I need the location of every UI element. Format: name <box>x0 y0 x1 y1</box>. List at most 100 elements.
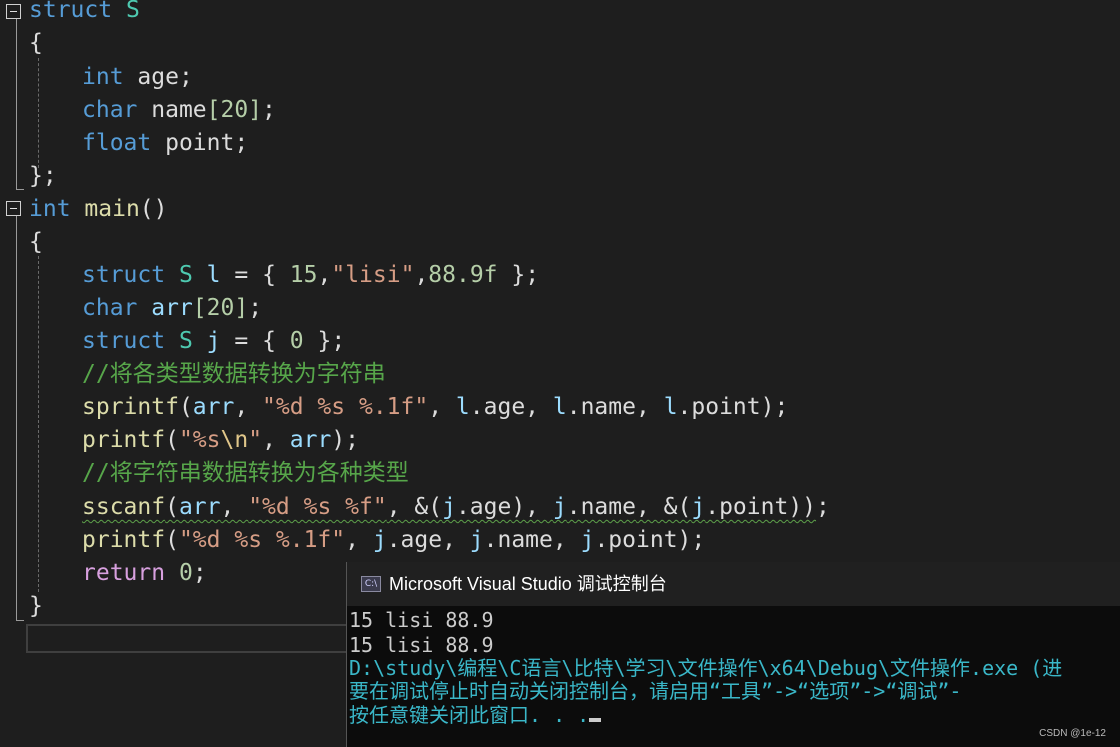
keyword: struct <box>29 0 113 23</box>
code-line[interactable]: char arr[20]; <box>82 292 262 325</box>
comment[interactable]: //将各类型数据转换为字符串 <box>82 358 386 391</box>
code-line[interactable]: struct S j = { 0 }; <box>82 325 345 358</box>
number: 15 <box>289 262 318 288</box>
function-name: sprintf <box>82 394 179 420</box>
keyword: int <box>82 64 124 90</box>
variable: arr <box>178 494 221 520</box>
variable: l <box>206 262 221 288</box>
console-titlebar[interactable]: C:\ Microsoft Visual Studio 调试控制台 <box>347 562 1120 606</box>
brace: }; <box>29 163 57 189</box>
function-name: main <box>84 196 140 222</box>
punct: ); <box>760 394 789 420</box>
brace: } <box>29 593 43 619</box>
punct: , <box>442 527 470 553</box>
variable: l <box>455 394 470 420</box>
code-line[interactable]: sscanf(arr, "%d %s %f", &(j.age), j.name… <box>82 491 830 524</box>
variable: arr <box>192 394 235 420</box>
warning-squiggle[interactable]: sscanf(arr, "%d %s %f", &(j.age), j.name… <box>82 494 816 520</box>
variable: j <box>691 494 706 520</box>
string: " <box>248 427 263 453</box>
variable: j <box>206 328 221 354</box>
variable: l <box>552 394 567 420</box>
punct: ; <box>262 97 276 123</box>
collapse-main-icon[interactable] <box>6 201 21 216</box>
punct: ( <box>165 494 179 520</box>
array-size: [20] <box>192 295 249 321</box>
array-size: [20] <box>206 97 263 123</box>
punct: , &( <box>635 494 692 520</box>
punct: ( <box>178 394 193 420</box>
punct: }; <box>303 328 346 354</box>
code-line[interactable]: { <box>29 27 43 60</box>
code-line[interactable]: sprintf(arr, "%d %s %.1f", l.age, l.name… <box>82 391 788 424</box>
comment[interactable]: //将字符串数据转换为各种类型 <box>82 457 409 490</box>
member: .name <box>566 394 636 420</box>
debug-console-window[interactable]: C:\ Microsoft Visual Studio 调试控制台 15 lis… <box>346 562 1120 747</box>
member: .age <box>469 394 526 420</box>
brace: { <box>29 229 43 255</box>
code-line[interactable]: printf("%s\n", arr); <box>82 424 359 457</box>
keyword: return <box>82 560 166 586</box>
indent-guide <box>38 58 39 168</box>
punct: }; <box>497 262 540 288</box>
punct: , <box>220 494 249 520</box>
current-line-highlight[interactable] <box>26 624 356 653</box>
punct: )) <box>788 494 817 520</box>
number: 88.9f <box>428 262 498 288</box>
watermark: CSDN @1e-12 <box>1039 728 1106 739</box>
number: 0 <box>289 328 304 354</box>
member: .point <box>705 494 789 520</box>
escape-seq: \n <box>220 427 249 453</box>
keyword: struct <box>82 328 166 354</box>
punct: () <box>139 196 168 222</box>
string: "lisi" <box>331 262 415 288</box>
variable: j <box>442 494 456 520</box>
punct: ; <box>816 494 830 520</box>
code-line[interactable]: int age; <box>82 61 193 94</box>
fold-tree-end <box>16 620 24 621</box>
code-line[interactable]: char name[20]; <box>82 94 276 127</box>
punct: ), <box>511 494 553 520</box>
code-line[interactable]: } <box>29 590 43 623</box>
brace: { <box>29 30 43 56</box>
text-cursor <box>589 718 602 722</box>
keyword: char <box>82 295 138 321</box>
console-output-line: 要在调试停止时自动关闭控制台，请启用“工具”->“选项”->“调试”- <box>349 679 962 703</box>
code-line[interactable]: struct S l = { 15,"lisi",88.9f }; <box>82 259 539 292</box>
member: .point <box>677 394 761 420</box>
variable: j <box>552 494 567 520</box>
code-line[interactable]: struct S <box>29 0 140 27</box>
code-line[interactable]: return 0; <box>82 557 207 590</box>
punct: , &( <box>386 494 443 520</box>
member: .age <box>455 494 512 520</box>
code-line[interactable]: }; <box>29 160 57 193</box>
string: "%s <box>178 427 221 453</box>
identifier: name <box>151 97 207 123</box>
number: 0 <box>178 560 193 586</box>
keyword: float <box>82 130 152 156</box>
member: .point <box>594 527 678 553</box>
variable: arr <box>151 295 193 321</box>
punct: = { <box>220 328 290 354</box>
code-line[interactable]: { <box>29 226 43 259</box>
punct: , <box>234 394 263 420</box>
type-name: S <box>178 262 193 288</box>
collapse-struct-icon[interactable] <box>6 4 21 19</box>
variable: j <box>580 527 595 553</box>
keyword: struct <box>82 262 166 288</box>
variable: arr <box>289 427 332 453</box>
keyword: char <box>82 97 138 123</box>
code-line[interactable]: int main() <box>29 193 168 226</box>
punct: ( <box>165 427 179 453</box>
fold-tree-end <box>16 189 24 190</box>
code-line[interactable]: printf("%d %s %.1f", j.age, j.name, j.po… <box>82 524 705 557</box>
type-name: S <box>125 0 140 23</box>
code-line[interactable]: float point; <box>82 127 248 160</box>
identifier: age; <box>137 64 193 90</box>
function-name: printf <box>82 527 166 553</box>
console-title: Microsoft Visual Studio 调试控制台 <box>389 574 667 594</box>
console-app-icon: C:\ <box>361 576 381 592</box>
variable: l <box>663 394 678 420</box>
punct: ( <box>165 527 179 553</box>
punct: , <box>552 527 581 553</box>
